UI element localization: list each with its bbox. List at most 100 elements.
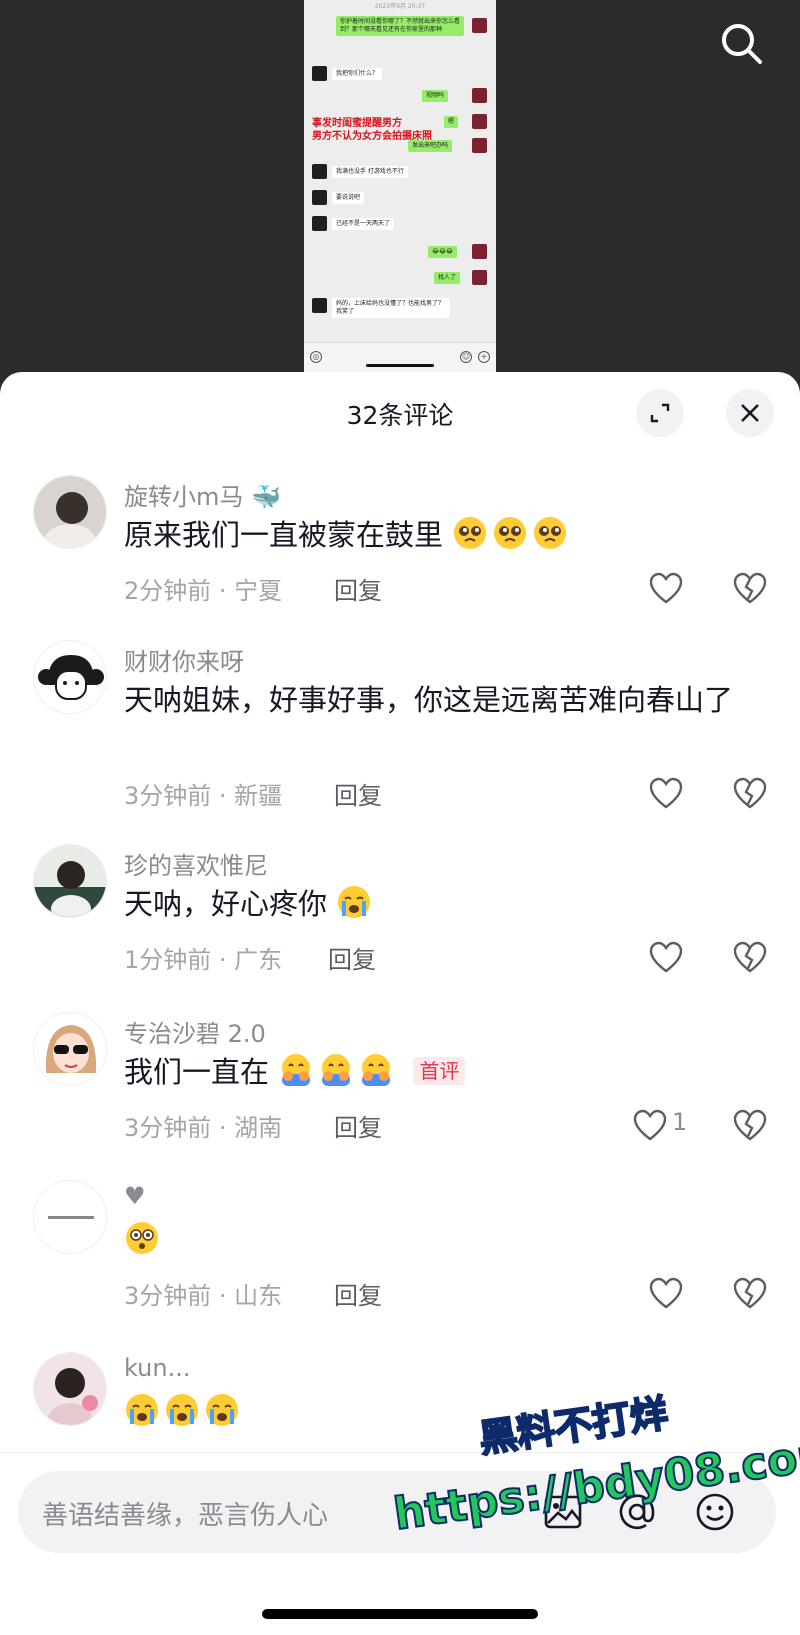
chat-screenshot: 2023年9月 20:37 你护着时间没看你哪了？不然就出来你怎么看到？那个哪天… bbox=[304, 0, 496, 372]
input-placeholder: 善语结善缘，恶言伤人心 bbox=[42, 1501, 329, 1531]
heart-icon[interactable] bbox=[648, 571, 684, 607]
comment-text: 我们一直在 首评 bbox=[124, 1052, 744, 1092]
avatar[interactable] bbox=[33, 475, 107, 549]
chat-avatar bbox=[312, 164, 327, 179]
emoji-icon: ☺ bbox=[460, 351, 472, 363]
pleading-face-emoji bbox=[494, 517, 527, 549]
chat-avatar bbox=[312, 298, 327, 313]
comment-location: 广东 bbox=[234, 946, 283, 974]
comment-username[interactable]: kun... bbox=[124, 1354, 190, 1382]
broken-heart-icon[interactable] bbox=[732, 776, 768, 812]
chat-input-bar: ◎ ☺ + bbox=[304, 342, 496, 372]
broken-heart-icon[interactable] bbox=[732, 1108, 768, 1144]
chat-avatar bbox=[312, 216, 327, 231]
comment-body: 原来我们一直被蒙在鼓里 bbox=[124, 518, 444, 552]
chat-avatar bbox=[472, 138, 487, 153]
pleading-face-emoji bbox=[534, 517, 567, 549]
home-indicator bbox=[262, 1609, 538, 1619]
chat-avatar bbox=[472, 114, 487, 129]
crying-face-emoji bbox=[206, 1394, 238, 1426]
flushed-face-emoji bbox=[126, 1222, 158, 1254]
comment-text bbox=[124, 1220, 744, 1260]
plus-icon: + bbox=[478, 351, 490, 363]
chat-bubble: 😂😂😂 bbox=[428, 246, 458, 258]
comment-meta: 3分钟前 · 新疆 bbox=[124, 782, 283, 810]
heart-icon[interactable] bbox=[648, 940, 684, 976]
avatar[interactable] bbox=[33, 640, 107, 714]
first-comment-badge: 首评 bbox=[413, 1057, 466, 1085]
comment-meta: 1分钟前 · 广东 bbox=[124, 946, 283, 974]
comment-meta: 3分钟前 · 山东 bbox=[124, 1282, 283, 1310]
video-player[interactable]: 2023年9月 20:37 你护着时间没看你哪了？不然就出来你怎么看到？那个哪天… bbox=[0, 0, 800, 375]
avatar[interactable] bbox=[33, 1012, 107, 1086]
comment-username[interactable]: 专治沙碧 2.0 bbox=[124, 1014, 266, 1049]
expand-icon bbox=[650, 403, 670, 423]
search-icon[interactable] bbox=[718, 20, 766, 68]
chat-bubble: 妈的，上床给妈也没懂了？也能找男了？我笑了 bbox=[332, 298, 450, 318]
reply-button[interactable]: 回复 bbox=[328, 940, 376, 975]
username-text: 旋转小m马 bbox=[124, 483, 244, 511]
crying-face-emoji bbox=[338, 886, 371, 918]
comment-time: 3分钟前 bbox=[124, 1114, 212, 1142]
pleading-face-emoji bbox=[454, 517, 487, 549]
hugging-face-emoji bbox=[282, 1054, 311, 1086]
broken-heart-icon[interactable] bbox=[732, 1276, 768, 1312]
avatar[interactable] bbox=[33, 844, 107, 918]
comment-location: 山东 bbox=[234, 1282, 283, 1310]
comment-time: 1分钟前 bbox=[124, 946, 212, 974]
broken-heart-icon[interactable] bbox=[732, 571, 768, 607]
comment-text: 原来我们一直被蒙在鼓里 bbox=[124, 515, 744, 555]
comment-sheet: 32条评论 旋转小m马 🐳 原来我们一直被蒙在鼓里 2分钟前 · 宁夏 回复 财… bbox=[0, 372, 800, 1635]
reply-button[interactable]: 回复 bbox=[334, 1276, 382, 1311]
chat-avatar bbox=[472, 270, 487, 285]
comment-text: 天呐，好心疼你 bbox=[124, 884, 744, 924]
broken-heart-icon[interactable] bbox=[732, 940, 768, 976]
chat-avatar bbox=[312, 190, 327, 205]
voice-icon: ◎ bbox=[310, 351, 322, 363]
comment-username[interactable]: ♥ bbox=[124, 1182, 146, 1210]
hugging-face-emoji bbox=[362, 1054, 391, 1086]
chat-bubble: 嗯 bbox=[444, 116, 459, 128]
chat-timestamp: 2023年9月 20:37 bbox=[374, 3, 426, 10]
whale-icon: 🐳 bbox=[251, 483, 281, 511]
comment-time: 2分钟前 bbox=[124, 577, 212, 605]
crying-face-emoji bbox=[126, 1394, 158, 1426]
reply-button[interactable]: 回复 bbox=[334, 776, 382, 811]
comment-time: 3分钟前 bbox=[124, 1282, 212, 1310]
heart-icon[interactable] bbox=[648, 776, 684, 812]
reply-button[interactable]: 回复 bbox=[334, 1108, 382, 1143]
comment-meta: 3分钟前 · 湖南 bbox=[124, 1114, 283, 1142]
comment-location: 新疆 bbox=[234, 782, 283, 810]
chat-bubble: 视频吗 bbox=[422, 90, 449, 102]
comment-text: 天呐姐妹，好事好事，你这是远离苦难向春山了 bbox=[124, 683, 734, 717]
comment-meta: 2分钟前 · 宁夏 bbox=[124, 577, 283, 605]
crying-face-emoji bbox=[166, 1394, 198, 1426]
chat-avatar bbox=[472, 18, 487, 33]
reply-button[interactable]: 回复 bbox=[334, 571, 382, 606]
chat-bubble: 找人了 bbox=[434, 272, 461, 284]
chat-avatar bbox=[312, 66, 327, 81]
comment-body: 天呐，好心疼你 bbox=[124, 887, 328, 921]
comment-body: 我们一直在 bbox=[124, 1055, 270, 1089]
comment-username[interactable]: 珍的喜欢惟尼 bbox=[124, 846, 268, 881]
chat-avatar bbox=[472, 88, 487, 103]
avatar[interactable] bbox=[33, 1352, 107, 1426]
avatar[interactable] bbox=[33, 1180, 107, 1254]
chat-bubble: 要说说吧 bbox=[332, 192, 365, 204]
heart-icon[interactable] bbox=[648, 1276, 684, 1312]
comment-username[interactable]: 旋转小m马 🐳 bbox=[124, 477, 281, 512]
like-count: 1 bbox=[672, 1108, 688, 1136]
chat-bubble: 我把你们什么？ bbox=[332, 68, 383, 80]
chat-bubble: 我满也没手 打游戏也不行 bbox=[332, 166, 408, 178]
comment-location: 宁夏 bbox=[234, 577, 283, 605]
close-button[interactable] bbox=[726, 389, 774, 437]
chat-bubble: 发出来吧办吗 bbox=[408, 140, 453, 152]
heart-icon[interactable] bbox=[632, 1108, 668, 1144]
expand-button[interactable] bbox=[636, 389, 684, 437]
chat-bubble: 你护着时间没看你哪了？不然就出来你怎么看到？那个哪天看见还有在你家里的那种 bbox=[336, 16, 464, 36]
chat-avatar bbox=[472, 244, 487, 259]
overlay-line: 事发时闺蜜提醒男方 bbox=[312, 118, 402, 129]
close-icon bbox=[741, 404, 759, 422]
comment-username[interactable]: 财财你来呀 bbox=[124, 642, 244, 677]
home-indicator bbox=[366, 364, 434, 367]
